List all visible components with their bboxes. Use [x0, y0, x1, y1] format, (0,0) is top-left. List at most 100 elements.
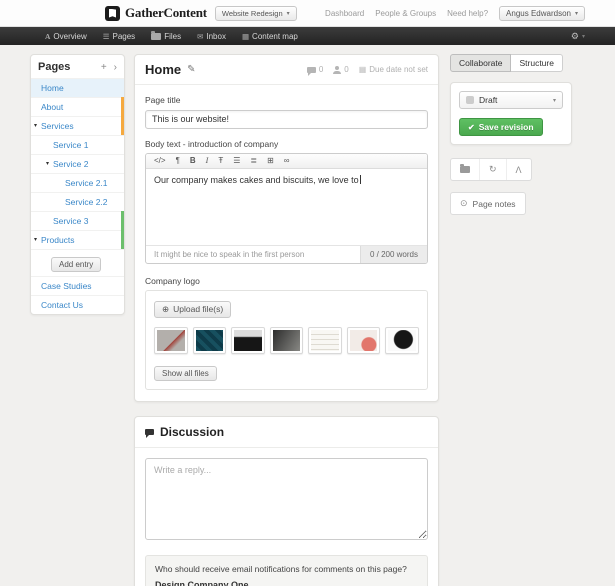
- file-thumbnail[interactable]: [154, 327, 188, 354]
- file-thumbnail[interactable]: [231, 327, 265, 354]
- page-meta: 0 0 ▦ Due date not set: [307, 65, 428, 74]
- nav-item-files[interactable]: Files: [151, 32, 181, 41]
- sidebar-item-contact-us[interactable]: Contact Us: [31, 295, 124, 314]
- collapse-sidebar-icon[interactable]: ›: [114, 62, 117, 73]
- tab-structure[interactable]: Structure: [511, 54, 563, 72]
- code-icon[interactable]: </>: [154, 157, 166, 165]
- sidebar-item-service-3[interactable]: Service 3: [31, 211, 124, 230]
- body-text-field: Body text - introduction of company </> …: [135, 129, 438, 264]
- italic-icon[interactable]: I: [206, 157, 209, 165]
- sidebar-item-service-1[interactable]: Service 1: [31, 135, 124, 154]
- sidebar-item-about[interactable]: About: [31, 97, 124, 116]
- logo: GatherContent: [105, 5, 207, 21]
- edit-title-icon[interactable]: ✎: [187, 64, 195, 75]
- discussion-icon: [145, 429, 154, 435]
- save-revision-button[interactable]: ✔ Save revision: [459, 118, 543, 136]
- content-map-icon: ▦: [242, 32, 249, 41]
- thumbnail-image: [350, 330, 378, 351]
- person-icon: [333, 66, 341, 74]
- page-title-input[interactable]: [145, 110, 428, 129]
- people-count[interactable]: 0: [333, 65, 348, 74]
- text-cursor: [360, 175, 361, 184]
- sidebar-item-service-2[interactable]: ▾ Service 2: [31, 154, 124, 173]
- pages-sidebar-header: Pages + ›: [31, 55, 124, 78]
- due-date[interactable]: ▦ Due date not set: [359, 65, 428, 74]
- discussion-header: Discussion: [135, 417, 438, 448]
- activity-tool-button[interactable]: Λ: [506, 159, 531, 180]
- nav-item-overview[interactable]: A Overview: [45, 32, 87, 41]
- thumbnail-image: [388, 330, 416, 351]
- paragraph-icon[interactable]: ¶: [176, 157, 180, 165]
- sidebar-item-services[interactable]: ▾ Services: [31, 116, 124, 135]
- need-help-link[interactable]: Need help?: [447, 9, 488, 18]
- expand-caret-icon[interactable]: ▾: [34, 236, 37, 243]
- thumbnail-image: [196, 330, 224, 351]
- file-thumbnail[interactable]: [347, 327, 381, 354]
- page-title-label: Page title: [145, 95, 428, 105]
- unordered-list-icon[interactable]: ☰: [233, 157, 240, 165]
- top-header: GatherContent Website Redesign ▾ Dashboa…: [0, 0, 615, 27]
- page-title-field: Page title: [135, 85, 438, 129]
- editor-footer: It might be nice to speak in the first p…: [146, 245, 427, 263]
- chevron-down-icon: ▾: [582, 33, 585, 40]
- expand-caret-icon[interactable]: ▾: [34, 122, 37, 129]
- link-icon[interactable]: ∞: [284, 157, 290, 165]
- files-tool-button[interactable]: [451, 159, 479, 180]
- chevron-down-icon: ▾: [575, 10, 578, 17]
- settings-menu[interactable]: ⚙ ▾: [571, 31, 585, 42]
- file-thumbnail[interactable]: [308, 327, 342, 354]
- user-menu-button[interactable]: Angus Edwardson ▾: [499, 6, 585, 21]
- history-tool-button[interactable]: ↻: [479, 159, 506, 180]
- sidebar-item-case-studies[interactable]: Case Studies: [31, 276, 124, 295]
- upload-icon: ⊕: [162, 304, 169, 315]
- comments-count[interactable]: 0: [307, 65, 323, 74]
- file-thumbnail[interactable]: [385, 327, 419, 354]
- status-dropdown[interactable]: Draft ▾: [459, 91, 563, 109]
- main-navbar: A Overview ☰ Pages Files ✉ Inbox ▦ Conte…: [0, 27, 615, 45]
- tab-collaborate[interactable]: Collaborate: [450, 54, 511, 72]
- project-selector-button[interactable]: Website Redesign ▾: [215, 6, 297, 21]
- sidebar-item-home[interactable]: Home: [31, 78, 124, 97]
- sidebar-item-products[interactable]: ▾ Products: [31, 230, 124, 249]
- pages-icon: ☰: [103, 32, 110, 41]
- page-notes-button[interactable]: ⊙ Page notes: [450, 192, 526, 215]
- discussion-panel: Discussion Who should receive email noti…: [134, 416, 439, 586]
- logo-text: GatherContent: [125, 5, 207, 21]
- strikethrough-icon[interactable]: Ŧ: [218, 157, 223, 165]
- sidebar-item-service-2-2[interactable]: Service 2.2: [31, 192, 124, 211]
- people-groups-link[interactable]: People & Groups: [375, 9, 436, 18]
- reply-textarea[interactable]: [145, 458, 428, 540]
- page-title: Home: [145, 62, 181, 77]
- file-thumbnails: [154, 327, 419, 354]
- group-name: Design Company One: [155, 580, 418, 586]
- show-all-files-button[interactable]: Show all files: [154, 366, 217, 381]
- discussion-body: Who should receive email notifications f…: [135, 448, 438, 586]
- discussion-title: Discussion: [160, 425, 224, 439]
- status-strip-green: [121, 230, 124, 249]
- file-thumbnail[interactable]: [270, 327, 304, 354]
- check-icon: ✔: [468, 123, 475, 132]
- page-tools: ↻ Λ: [450, 158, 532, 181]
- company-logo-label: Company logo: [145, 276, 428, 286]
- right-tabs: Collaborate Structure: [450, 54, 572, 72]
- nav-item-content-map[interactable]: ▦ Content map: [242, 32, 298, 41]
- status-strip-orange: [121, 97, 124, 116]
- upload-files-button[interactable]: ⊕ Upload file(s): [154, 301, 231, 318]
- status-strip-green: [121, 211, 124, 230]
- add-page-icon[interactable]: +: [101, 62, 107, 73]
- add-entry-row: Add entry: [31, 249, 124, 276]
- expand-caret-icon[interactable]: ▾: [46, 160, 49, 167]
- add-entry-button[interactable]: Add entry: [51, 257, 101, 272]
- sidebar-item-service-2-1[interactable]: Service 2.1: [31, 173, 124, 192]
- dashboard-link[interactable]: Dashboard: [325, 9, 364, 18]
- gear-icon: ⚙: [571, 31, 579, 42]
- ordered-list-icon[interactable]: ≣: [250, 157, 257, 165]
- status-card: Draft ▾ ✔ Save revision: [450, 82, 572, 145]
- file-thumbnail[interactable]: [193, 327, 227, 354]
- status-strip-orange: [121, 116, 124, 135]
- bold-icon[interactable]: B: [190, 157, 196, 165]
- editor-content[interactable]: Our company makes cakes and biscuits, we…: [146, 169, 427, 245]
- nav-item-pages[interactable]: ☰ Pages: [103, 32, 135, 41]
- table-icon[interactable]: ⊞: [267, 157, 274, 165]
- nav-item-inbox[interactable]: ✉ Inbox: [197, 32, 226, 41]
